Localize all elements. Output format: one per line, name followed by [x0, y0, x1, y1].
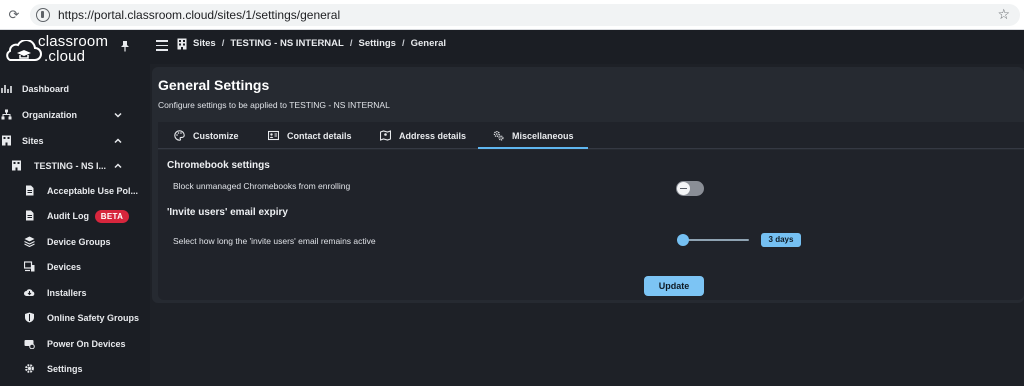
sidebar-item-audit-log[interactable]: Audit Log BETA — [0, 204, 150, 228]
map-icon — [380, 130, 391, 141]
sidebar-item-label: Dashboard — [22, 84, 70, 94]
devices-icon — [24, 261, 35, 272]
gears-icon — [493, 130, 504, 141]
shield-icon — [25, 312, 34, 323]
breadcrumb-item-settings[interactable]: Settings — [358, 38, 395, 49]
building-icon — [2, 135, 11, 146]
sidebar-item-organization[interactable]: Organization — [0, 103, 150, 127]
cloud-logo-icon — [6, 40, 42, 61]
tab-address-details[interactable]: Address details — [380, 122, 466, 149]
layers-icon — [24, 236, 35, 247]
breadcrumb: Sites / TESTING - NS INTERNAL / Settings… — [193, 38, 446, 49]
tab-label: Contact details — [287, 130, 352, 141]
invite-expiry-slider-thumb[interactable] — [677, 234, 689, 246]
invite-expiry-slider-track[interactable] — [682, 239, 749, 241]
tab-label: Customize — [193, 130, 239, 141]
sidebar-item-testing-site[interactable]: TESTING - NS I... — [0, 154, 150, 178]
breadcrumb-separator: / — [349, 38, 353, 49]
chromebook-section-title: Chromebook settings — [167, 160, 270, 171]
palette-icon — [174, 130, 185, 141]
menu-icon[interactable] — [156, 40, 168, 51]
miscellaneous-panel — [158, 150, 1024, 300]
sidebar: Dashboard Organization Sites TESTING - N… — [0, 64, 150, 386]
sidebar-item-sites[interactable]: Sites — [0, 129, 150, 153]
toggle-knob — [677, 182, 690, 195]
chevron-up-icon — [114, 138, 122, 144]
breadcrumb-separator: / — [401, 38, 405, 49]
tab-bar: Customize Contact details Address detail… — [158, 122, 1024, 149]
building-icon — [177, 38, 187, 50]
invite-expiry-value: 3 days — [761, 233, 801, 247]
power-device-icon — [24, 340, 35, 349]
tab-label: Miscellaneous — [512, 130, 574, 141]
page-title: General Settings — [158, 77, 270, 93]
sidebar-item-online-safety-groups[interactable]: Online Safety Groups — [0, 306, 150, 330]
sidebar-item-label: Settings — [47, 364, 83, 374]
reload-icon[interactable]: ⟳ — [6, 7, 22, 23]
tab-label: Address details — [399, 130, 467, 141]
block-chromebooks-label: Block unmanaged Chromebooks from enrolli… — [173, 181, 351, 191]
sidebar-item-device-groups[interactable]: Device Groups — [0, 230, 150, 254]
update-button[interactable]: Update — [644, 276, 704, 296]
document-icon — [26, 210, 34, 221]
sidebar-item-label: Power On Devices — [47, 339, 126, 349]
sidebar-item-acceptable-use[interactable]: Acceptable Use Pol... — [0, 179, 150, 203]
org-icon — [1, 109, 12, 120]
contact-card-icon — [268, 130, 279, 141]
block-chromebooks-toggle[interactable] — [676, 181, 704, 196]
breadcrumb-item-general: General — [410, 38, 446, 49]
sidebar-item-settings[interactable]: Settings — [0, 357, 150, 381]
breadcrumb-item-sites[interactable]: Sites — [193, 38, 216, 49]
chevron-up-icon — [114, 163, 122, 169]
active-tab-indicator — [478, 147, 588, 149]
sidebar-item-label: Acceptable Use Pol... — [47, 186, 139, 196]
tab-miscellaneous[interactable]: Miscellaneous — [493, 122, 574, 149]
invite-section-title: 'Invite users' email expiry — [167, 207, 288, 218]
chart-icon — [1, 85, 12, 93]
gear-icon — [25, 364, 34, 373]
breadcrumb-item-site[interactable]: TESTING - NS INTERNAL — [230, 38, 343, 49]
tab-contact-details[interactable]: Contact details — [268, 122, 352, 149]
sidebar-item-label: Sites — [22, 136, 44, 146]
bookmark-star-icon[interactable]: ☆ — [997, 6, 1010, 23]
invite-expiry-label: Select how long the 'invite users' email… — [173, 236, 376, 246]
beta-badge: BETA — [95, 210, 129, 223]
site-info-icon[interactable] — [36, 8, 50, 22]
url-text: https://portal.classroom.cloud/sites/1/s… — [58, 8, 341, 22]
sidebar-item-label: TESTING - NS I... — [34, 161, 107, 171]
sidebar-item-label: Installers — [47, 288, 87, 298]
breadcrumb-separator: / — [221, 38, 225, 49]
sidebar-item-label: Devices — [47, 262, 82, 272]
document-icon — [26, 185, 34, 196]
chevron-down-icon — [114, 112, 122, 118]
sidebar-item-installers[interactable]: Installers — [0, 281, 150, 305]
pin-icon[interactable] — [119, 40, 131, 52]
logo-text: classroom .cloud — [38, 33, 109, 65]
sidebar-item-dashboard[interactable]: Dashboard — [0, 77, 150, 101]
sidebar-item-label: Online Safety Groups — [47, 313, 140, 323]
app-header — [0, 30, 1024, 64]
sidebar-item-label: Device Groups — [47, 237, 111, 247]
address-bar[interactable]: https://portal.classroom.cloud/sites/1/s… — [30, 4, 1020, 26]
sidebar-item-devices[interactable]: Devices — [0, 255, 150, 279]
sidebar-item-label: Organization — [22, 110, 78, 120]
cloud-download-icon — [24, 289, 35, 296]
sidebar-item-label: Audit Log — [47, 211, 89, 221]
page-subtitle: Configure settings to be applied to TEST… — [158, 100, 390, 110]
building-icon — [12, 160, 21, 171]
tab-customize[interactable]: Customize — [174, 122, 239, 149]
sidebar-item-power-on-devices[interactable]: Power On Devices — [0, 332, 150, 356]
